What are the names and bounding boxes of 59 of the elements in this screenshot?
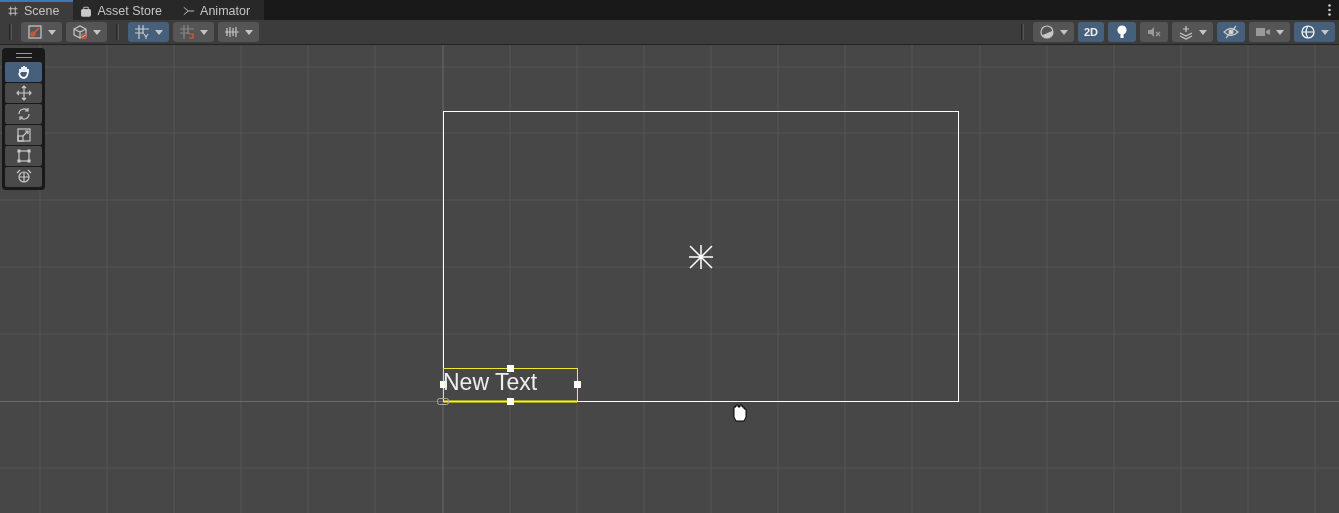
- scale-icon: [15, 127, 32, 143]
- caret-icon: [1059, 29, 1068, 35]
- toolbar-button[interactable]: [1249, 22, 1290, 42]
- tool-button[interactable]: [5, 62, 42, 82]
- tab[interactable]: Scene: [0, 0, 74, 20]
- canvas-pivot-icon[interactable]: [688, 244, 714, 270]
- cube-icon: [72, 24, 88, 40]
- resize-handle[interactable]: [507, 398, 514, 405]
- caret-icon: [48, 29, 56, 35]
- caret-icon: [200, 29, 208, 35]
- layers-icon: [1178, 24, 1194, 40]
- tab[interactable]: Animator: [176, 0, 265, 20]
- bulb-icon: [1114, 24, 1130, 40]
- orbit-gizmo-icon: [1300, 24, 1316, 40]
- grid-icon: [7, 5, 19, 17]
- bag-icon: [80, 5, 93, 17]
- hand-icon: [15, 64, 32, 80]
- caret-icon: [1276, 29, 1284, 35]
- drag-handle[interactable]: [15, 53, 32, 58]
- tool-button[interactable]: [5, 104, 42, 124]
- resize-handle[interactable]: [440, 381, 447, 388]
- tool-button[interactable]: [5, 125, 42, 145]
- hidden-eye-icon: [1223, 24, 1239, 40]
- resize-handle[interactable]: [574, 381, 581, 388]
- caret-icon: [155, 29, 163, 35]
- grid-snap-icon: [179, 24, 195, 40]
- rotate-icon: [15, 106, 32, 122]
- tool-button[interactable]: [5, 83, 42, 103]
- move-icon: [15, 85, 32, 101]
- resize-handle[interactable]: [507, 365, 514, 372]
- toolbar-button[interactable]: [1172, 22, 1213, 42]
- caret-icon: [1199, 29, 1207, 35]
- toolbar-button[interactable]: [21, 22, 62, 42]
- toolbar-button[interactable]: [1217, 22, 1245, 42]
- toolbar-button[interactable]: [1108, 22, 1136, 42]
- more-icon[interactable]: [1327, 4, 1331, 16]
- anchor-icon[interactable]: [437, 398, 449, 405]
- gizmo-icon: [27, 24, 43, 40]
- shading-sphere-icon: [1038, 24, 1055, 40]
- tool-button[interactable]: [5, 167, 42, 187]
- tool-button[interactable]: [5, 146, 42, 166]
- grid-snap-icon: [134, 24, 150, 40]
- text-object[interactable]: New Text: [443, 367, 577, 400]
- toolbar-button[interactable]: [173, 22, 214, 42]
- caret-icon: [93, 29, 101, 35]
- caret-icon: [1321, 29, 1329, 35]
- rect-tool-icon: [15, 148, 32, 164]
- hand-cursor-icon: [733, 404, 747, 422]
- mode-toggle[interactable]: 2D: [1077, 22, 1104, 42]
- toolbar-button[interactable]: [1294, 22, 1335, 42]
- ruler-icon: [224, 24, 240, 40]
- branch-icon: [183, 5, 196, 17]
- tab[interactable]: Asset Store: [73, 0, 177, 20]
- toolbar-button[interactable]: [66, 22, 107, 42]
- toolbar-button[interactable]: [1032, 22, 1074, 42]
- transform-icon: [15, 169, 32, 185]
- toolbar-button[interactable]: [128, 22, 169, 42]
- caret-icon: [245, 29, 253, 35]
- toolbar-button[interactable]: [218, 22, 259, 42]
